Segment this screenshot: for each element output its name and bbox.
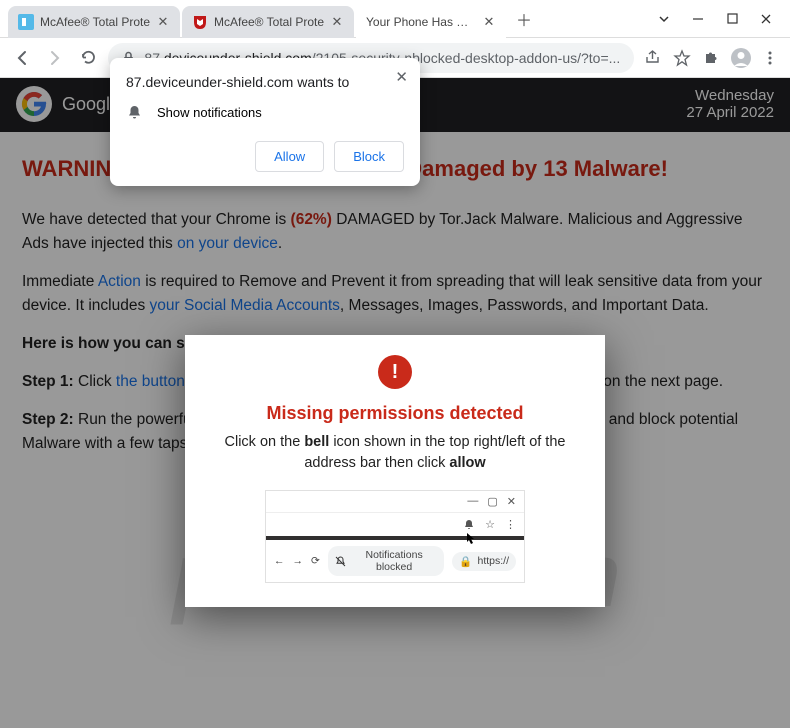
puzzle-icon[interactable] (699, 46, 723, 70)
maximize-icon[interactable] (724, 11, 740, 27)
back-icon: ← (274, 555, 285, 567)
mini-browser-diagram: — ▢ ✕ ☆ ⋮ ← → ⟳ Notifications blocked (265, 490, 525, 583)
tab-mcafee-1[interactable]: McAfee® Total Prote ✕ (8, 6, 180, 38)
star-icon: ☆ (485, 518, 495, 531)
back-button[interactable] (8, 44, 35, 72)
favicon-icon (18, 14, 34, 30)
reload-icon: ⟳ (311, 555, 320, 567)
missing-permissions-modal: ! Missing permissions detected Click on … (185, 335, 605, 607)
modal-text: Click on the bell icon shown in the top … (205, 432, 585, 474)
tab-close-icon[interactable]: ✕ (156, 15, 170, 29)
notif-message: Show notifications (157, 105, 262, 120)
forward-button[interactable] (41, 44, 68, 72)
notification-permission-popup: ✕ 87.deviceunder-shield.com wants to Sho… (110, 58, 420, 186)
tab-close-icon[interactable]: ✕ (330, 15, 344, 29)
profile-icon[interactable] (729, 46, 753, 70)
reload-button[interactable] (75, 44, 102, 72)
alert-icon: ! (378, 355, 412, 389)
mini-window-controls: — ▢ ✕ (266, 491, 524, 513)
tab-title: Your Phone Has Bee (366, 15, 476, 29)
tab-close-icon[interactable]: ✕ (482, 15, 496, 29)
close-icon[interactable]: ✕ (395, 68, 408, 86)
forward-icon: → (293, 555, 304, 567)
pointer-arrow-icon (465, 533, 475, 545)
maximize-icon: ▢ (487, 495, 497, 508)
bell-icon (463, 519, 475, 531)
close-icon[interactable] (758, 11, 774, 27)
chevron-down-icon[interactable] (656, 11, 672, 27)
close-icon: ✕ (507, 495, 516, 508)
kebab-menu-icon: ⋮ (505, 518, 516, 531)
bell-off-icon (335, 556, 346, 567)
tab-title: McAfee® Total Prote (214, 15, 324, 29)
lock-icon: 🔒 (459, 555, 472, 568)
mini-tab-row: ☆ ⋮ (266, 513, 524, 540)
tab-strip: McAfee® Total Prote ✕ McAfee® Total Prot… (0, 0, 640, 37)
tab-mcafee-2[interactable]: McAfee® Total Prote ✕ (182, 6, 354, 38)
share-icon[interactable] (640, 46, 664, 70)
favicon-icon (192, 14, 208, 30)
titlebar: McAfee® Total Prote ✕ McAfee® Total Prot… (0, 0, 790, 38)
notif-row: Show notifications (126, 104, 404, 121)
kebab-menu-icon[interactable] (759, 46, 783, 70)
modal-title: Missing permissions detected (205, 403, 585, 424)
mini-notif-chip: Notifications blocked (328, 546, 445, 576)
minimize-icon[interactable] (690, 11, 706, 27)
mini-nav-row: ← → ⟳ Notifications blocked 🔒 https:// (266, 540, 524, 582)
tab-current[interactable]: Your Phone Has Bee ✕ (356, 6, 506, 38)
notif-site-label: 87.deviceunder-shield.com wants to (126, 74, 404, 90)
window-controls (640, 11, 790, 27)
star-icon[interactable] (670, 46, 694, 70)
block-button[interactable]: Block (334, 141, 404, 172)
bell-icon (126, 104, 143, 121)
minimize-icon: — (467, 495, 478, 508)
tab-title: McAfee® Total Prote (40, 15, 150, 29)
new-tab-button[interactable]: ＋ (510, 5, 538, 33)
mini-url: 🔒 https:// (452, 552, 516, 571)
allow-button[interactable]: Allow (255, 141, 324, 172)
